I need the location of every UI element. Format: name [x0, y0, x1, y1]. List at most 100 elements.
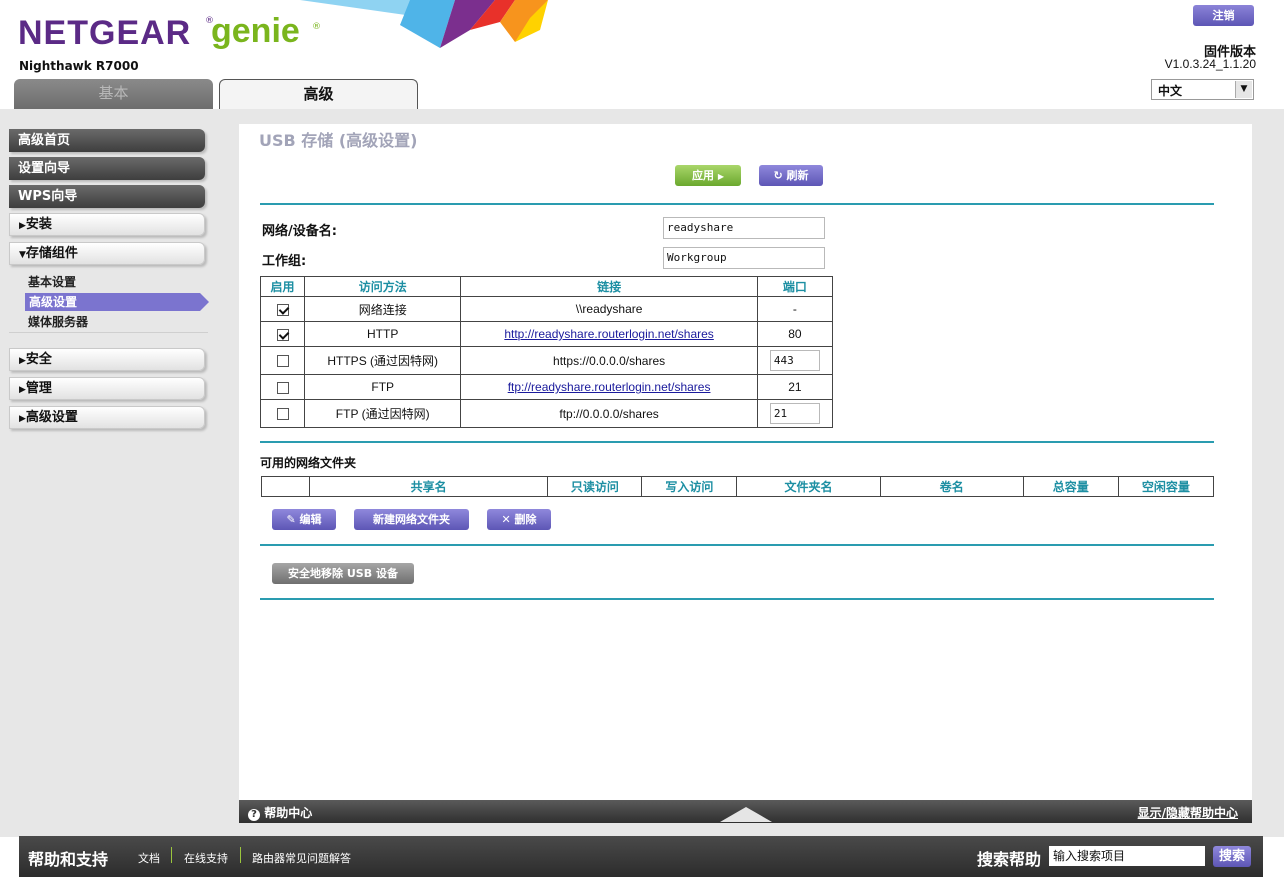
safe-remove-usb-button[interactable]: 安全地移除 USB 设备	[272, 563, 414, 584]
footer-link-online-support[interactable]: 在线支持	[184, 850, 228, 866]
col-enable: 启用	[259, 276, 306, 297]
sidebar-item-storage[interactable]: ▼存储组件	[9, 242, 205, 265]
apply-button[interactable]: 应用 ▶	[675, 165, 741, 186]
search-button[interactable]: 搜索	[1213, 846, 1251, 867]
tab-advanced[interactable]: 高级	[219, 79, 418, 109]
expand-arrow-icon[interactable]	[720, 807, 772, 822]
logout-button[interactable]: 注销	[1193, 5, 1254, 26]
workgroup-input[interactable]: Workgroup	[663, 247, 825, 269]
device-name-input[interactable]: readyshare	[663, 217, 825, 239]
col-total-space: 总容量	[1022, 476, 1119, 497]
col-port: 端口	[756, 276, 834, 297]
divider	[260, 203, 1214, 205]
search-input[interactable]: 输入搜索项目	[1049, 846, 1205, 866]
delete-button[interactable]: ✕ 删除	[487, 509, 551, 530]
triangle-right-icon: ▶	[19, 385, 26, 395]
show-hide-help-link[interactable]: 显示/隐藏帮助中心	[1138, 804, 1238, 821]
footer-link-docs[interactable]: 文档	[138, 850, 160, 866]
delete-label: 删除	[514, 513, 537, 526]
decorative-shapes	[300, 0, 548, 48]
port-cell: 80	[756, 321, 834, 347]
divider	[260, 598, 1214, 600]
enable-checkbox[interactable]	[276, 408, 289, 421]
refresh-icon: ↻	[773, 169, 783, 182]
method-cell: 网络连接	[304, 296, 462, 322]
table-row: FTP (通过因特网) ftp://0.0.0.0/shares 21	[259, 399, 834, 428]
triangle-right-icon: ▶	[19, 414, 26, 424]
col-write-access: 写入访问	[641, 476, 738, 497]
help-center-bar: ? 帮助中心 显示/隐藏帮助中心	[239, 800, 1252, 823]
apply-label: 应用	[692, 169, 714, 182]
firmware-version: V1.0.3.24_1.1.20	[1164, 57, 1256, 71]
sidebar-item-install[interactable]: ▶安装	[9, 213, 205, 236]
col-select	[260, 476, 311, 497]
page-title: USB 存储 (高级设置)	[259, 131, 418, 150]
refresh-label: 刷新	[786, 169, 809, 182]
port-cell: 21	[756, 374, 834, 400]
language-select[interactable]: 中文 ▼	[1151, 79, 1254, 100]
sidebar-item-label: 高级设置	[25, 410, 78, 425]
sidebar-sub-advanced-settings[interactable]: 高级设置	[25, 293, 200, 311]
sidebar-item-setup-wizard[interactable]: 设置向导	[9, 157, 205, 180]
sidebar-divider	[9, 332, 208, 333]
enable-checkbox[interactable]	[276, 381, 289, 394]
table-row: FTP ftp://readyshare.routerlogin.net/sha…	[259, 374, 834, 400]
netgear-logo: NETGEAR	[18, 14, 192, 52]
share-link[interactable]: http://readyshare.routerlogin.net/shares	[504, 327, 713, 341]
refresh-button[interactable]: ↻ 刷新	[759, 165, 823, 186]
sidebar-item-label: 管理	[25, 381, 52, 396]
port-input[interactable]: 21	[769, 403, 820, 424]
search-help-title: 搜索帮助	[977, 850, 1042, 869]
chevron-down-icon[interactable]: ▼	[1235, 81, 1252, 98]
port-cell: -	[756, 296, 834, 322]
col-read-access: 只读访问	[547, 476, 643, 497]
enable-checkbox[interactable]	[276, 328, 289, 341]
footer-bar: 帮助和支持 文档 在线支持 路由器常见问题解答 搜索帮助 输入搜索项目 搜索	[19, 836, 1263, 877]
method-cell: FTP (通过因特网)	[304, 399, 462, 428]
sidebar-item-label: 安全	[25, 352, 52, 367]
sidebar-item-wps-wizard[interactable]: WPS向导	[9, 185, 205, 208]
access-method-table: 启用 访问方法 链接 端口 网络连接 \\readyshare - HTTP h…	[259, 276, 834, 428]
triangle-right-icon: ▶	[19, 221, 26, 231]
sidebar-sub-media-server[interactable]: 媒体服务器	[28, 313, 88, 330]
new-folder-button[interactable]: 新建网络文件夹	[354, 509, 469, 530]
sidebar-item-advanced-home[interactable]: 高级首页	[9, 129, 205, 152]
sidebar-sub-basic-settings[interactable]: 基本设置	[28, 273, 76, 290]
col-free-space: 空闲容量	[1117, 476, 1215, 497]
workgroup-label: 工作组:	[262, 254, 307, 269]
genie-logo: genie	[211, 12, 300, 50]
folders-title: 可用的网络文件夹	[260, 456, 357, 470]
triangle-right-icon: ▶	[19, 356, 26, 366]
col-volume-name: 卷名	[879, 476, 1024, 497]
play-icon: ▶	[717, 172, 724, 181]
method-cell: HTTPS (通过因特网)	[304, 346, 462, 375]
active-pointer	[200, 293, 209, 311]
col-method: 访问方法	[304, 276, 462, 297]
close-icon: ✕	[501, 513, 511, 526]
edit-button[interactable]: ✎ 编辑	[272, 509, 336, 530]
divider	[260, 441, 1214, 443]
sidebar-item-label: 存储组件	[25, 246, 78, 261]
footer-separator	[240, 847, 241, 863]
device-name-label: 网络/设备名:	[262, 224, 337, 239]
share-link[interactable]: ftp://readyshare.routerlogin.net/shares	[508, 380, 711, 394]
sidebar-item-advanced-setup[interactable]: ▶高级设置	[9, 406, 205, 429]
tab-basic[interactable]: 基本	[14, 79, 213, 109]
sidebar-item-security[interactable]: ▶安全	[9, 348, 205, 371]
method-cell: FTP	[304, 374, 462, 400]
col-folder-name: 文件夹名	[736, 476, 881, 497]
help-center-toggle[interactable]: ? 帮助中心	[248, 804, 312, 821]
divider	[260, 544, 1214, 546]
footer-separator	[171, 847, 172, 863]
port-input[interactable]: 443	[769, 350, 820, 371]
sidebar-item-administration[interactable]: ▶管理	[9, 377, 205, 400]
footer-link-faq[interactable]: 路由器常见问题解答	[252, 850, 351, 866]
router-model: Nighthawk R7000	[19, 59, 139, 73]
table-row: HTTP http://readyshare.routerlogin.net/s…	[259, 321, 834, 347]
pencil-icon: ✎	[286, 513, 296, 526]
help-center-label: 帮助中心	[264, 806, 313, 820]
question-icon: ?	[248, 809, 260, 821]
language-value: 中文	[1158, 84, 1183, 98]
enable-checkbox[interactable]	[276, 355, 289, 368]
enable-checkbox[interactable]	[276, 303, 289, 316]
